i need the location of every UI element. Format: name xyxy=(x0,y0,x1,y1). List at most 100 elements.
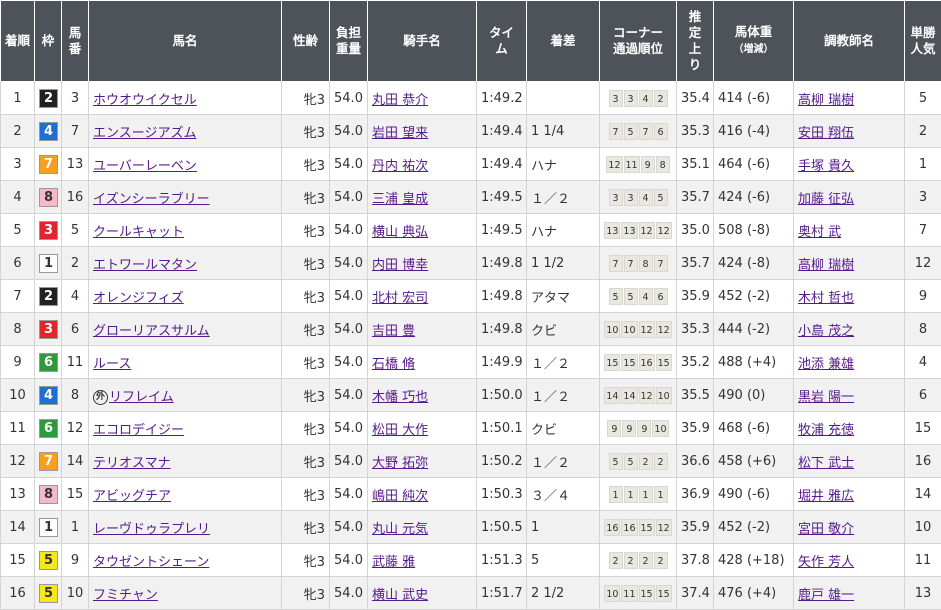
jockey-name-link[interactable]: 横山 武史 xyxy=(372,588,428,603)
corner-cell: 3342 xyxy=(599,81,677,115)
jockey-name-link[interactable]: 北村 宏司 xyxy=(372,291,428,306)
corner-cell: 13 13 12 12 xyxy=(599,213,677,247)
last3f-cell: 37.4 xyxy=(676,576,714,610)
table-row: 11 6 12 エコロデイジー 牝3 54.0 松田 大作 1:50.1 クビ … xyxy=(0,411,941,445)
popularity-cell: 1 xyxy=(904,147,941,181)
jockey-name-link[interactable]: 丸田 恭介 xyxy=(372,93,428,108)
jockey-cell: 嶋田 純次 xyxy=(367,477,477,511)
umaban-cell: 11 xyxy=(61,345,89,379)
trainer-name-link[interactable]: 宮田 敬介 xyxy=(798,522,854,537)
horse-name-link[interactable]: エトワールマタン xyxy=(93,258,197,273)
jockey-name-link[interactable]: 岩田 望来 xyxy=(372,126,428,141)
trainer-name-link[interactable]: 黒岩 陽一 xyxy=(798,390,854,405)
trainer-name-link[interactable]: 手塚 貴久 xyxy=(798,159,854,174)
table-row: 10 4 8 外リフレイム 牝3 54.0 木幡 巧也 1:50.0 １／２ 1… xyxy=(0,378,941,412)
sexage-cell: 牝3 xyxy=(281,411,330,445)
weight-cell: 54.0 xyxy=(329,510,368,544)
trainer-cell: 奥村 武 xyxy=(793,213,905,247)
horse-cell: エンスージアズム xyxy=(88,114,282,148)
jockey-cell: 丸山 元気 xyxy=(367,510,477,544)
horse-cell: イズンシーラブリー xyxy=(88,180,282,214)
margin-cell: 1 1/4 xyxy=(526,114,600,148)
time-cell: 1:50.3 xyxy=(476,477,527,511)
trainer-cell: 安田 翔伍 xyxy=(793,114,905,148)
corner-cell: 16 16 15 12 xyxy=(599,510,677,544)
corner-position: 15 xyxy=(638,518,655,536)
sexage-cell: 牝3 xyxy=(281,114,330,148)
corner-position: 12 xyxy=(655,221,672,239)
jockey-name-link[interactable]: 嶋田 純次 xyxy=(372,489,428,504)
horse-name-link[interactable]: タウゼントシェーン xyxy=(93,555,209,570)
waku-cell: 8 xyxy=(34,477,62,511)
trainer-name-link[interactable]: 加藤 征弘 xyxy=(798,192,854,207)
corner-cell: 3345 xyxy=(599,180,677,214)
corner-position: 15 xyxy=(655,353,672,371)
popularity-cell: 12 xyxy=(904,246,941,280)
jockey-name-link[interactable]: 吉田 豊 xyxy=(372,324,415,339)
jockey-name-link[interactable]: 木幡 巧也 xyxy=(372,390,428,405)
trainer-name-link[interactable]: 松下 武士 xyxy=(798,456,854,471)
margin-cell: 5 xyxy=(526,543,600,577)
trainer-name-link[interactable]: 堀井 雅広 xyxy=(798,489,854,504)
sexage-cell: 牝3 xyxy=(281,246,330,280)
horse-name-link[interactable]: エンスージアズム xyxy=(93,126,196,141)
trainer-name-link[interactable]: 池添 兼雄 xyxy=(798,357,854,372)
horse-name-link[interactable]: アビッグチア xyxy=(93,489,171,504)
horse-name-link[interactable]: リフレイム xyxy=(109,390,174,405)
sexage-cell: 牝3 xyxy=(281,81,330,115)
waku-cell: 3 xyxy=(34,312,62,346)
waku-cell: 1 xyxy=(34,510,62,544)
jockey-name-link[interactable]: 松田 大作 xyxy=(372,423,428,438)
trainer-name-link[interactable]: 木村 哲也 xyxy=(798,291,854,306)
corner-positions: 14 14 12 10 xyxy=(604,386,672,404)
corner-positions: 3342 xyxy=(608,89,668,107)
horse-name-link[interactable]: ルース xyxy=(93,357,131,372)
rank-cell: 9 xyxy=(0,345,35,379)
trainer-name-link[interactable]: 高柳 瑞樹 xyxy=(798,258,854,273)
horse-name-link[interactable]: エコロデイジー xyxy=(93,423,184,438)
trainer-name-link[interactable]: 小島 茂之 xyxy=(798,324,854,339)
jockey-name-link[interactable]: 武藤 雅 xyxy=(372,555,415,570)
jockey-cell: 吉田 豊 xyxy=(367,312,477,346)
waku-cell: 6 xyxy=(34,345,62,379)
corner-positions: 7576 xyxy=(608,122,668,140)
horse-name-link[interactable]: テリオスマナ xyxy=(93,456,171,471)
last3f-cell: 35.2 xyxy=(676,345,714,379)
horse-name-link[interactable]: レーヴドゥラプレリ xyxy=(93,522,210,537)
horse-name-link[interactable]: ホウオウイクセル xyxy=(93,93,197,108)
umaban-cell: 8 xyxy=(61,378,89,412)
sexage-cell: 牝3 xyxy=(281,345,330,379)
jockey-name-link[interactable]: 丹内 祐次 xyxy=(372,159,428,174)
margin-cell xyxy=(526,81,600,115)
horse-name-link[interactable]: フミチャン xyxy=(93,588,158,603)
corner-positions: 10 11 15 15 xyxy=(604,584,672,602)
corner-position: 7 xyxy=(608,122,623,140)
horse-cell: 外リフレイム xyxy=(88,378,282,412)
last3f-cell: 35.9 xyxy=(676,279,714,313)
jockey-name-link[interactable]: 大野 拓弥 xyxy=(372,456,428,471)
trainer-name-link[interactable]: 矢作 芳人 xyxy=(798,555,854,570)
horse-name-link[interactable]: イズンシーラブリー xyxy=(93,192,210,207)
jockey-name-link[interactable]: 横山 典弘 xyxy=(372,225,428,240)
horse-name-link[interactable]: ユーバーレーベン xyxy=(93,159,197,174)
sexage-cell: 牝3 xyxy=(281,444,330,478)
header-jockey: 騎手名 xyxy=(367,0,477,82)
waku-badge: 1 xyxy=(39,517,58,537)
corner-position: 9 xyxy=(640,155,655,173)
jockey-name-link[interactable]: 内田 博幸 xyxy=(372,258,428,273)
jockey-name-link[interactable]: 丸山 元気 xyxy=(372,522,428,537)
horse-name-link[interactable]: グローリアスサルム xyxy=(93,324,210,339)
horse-name-link[interactable]: オレンジフィズ xyxy=(93,291,184,306)
sexage-cell: 牝3 xyxy=(281,312,330,346)
corner-cell: 5546 xyxy=(599,279,677,313)
horse-name-link[interactable]: クールキャット xyxy=(93,225,184,240)
trainer-name-link[interactable]: 安田 翔伍 xyxy=(798,126,854,141)
waku-badge: 6 xyxy=(39,352,58,372)
trainer-name-link[interactable]: 高柳 瑞樹 xyxy=(798,93,854,108)
jockey-name-link[interactable]: 石橋 脩 xyxy=(372,357,415,372)
trainer-name-link[interactable]: 牧浦 充徳 xyxy=(798,423,854,438)
trainer-name-link[interactable]: 鹿戸 雄一 xyxy=(798,588,854,603)
corner-position: 3 xyxy=(623,89,638,107)
trainer-name-link[interactable]: 奥村 武 xyxy=(798,225,841,240)
jockey-name-link[interactable]: 三浦 皇成 xyxy=(372,192,428,207)
